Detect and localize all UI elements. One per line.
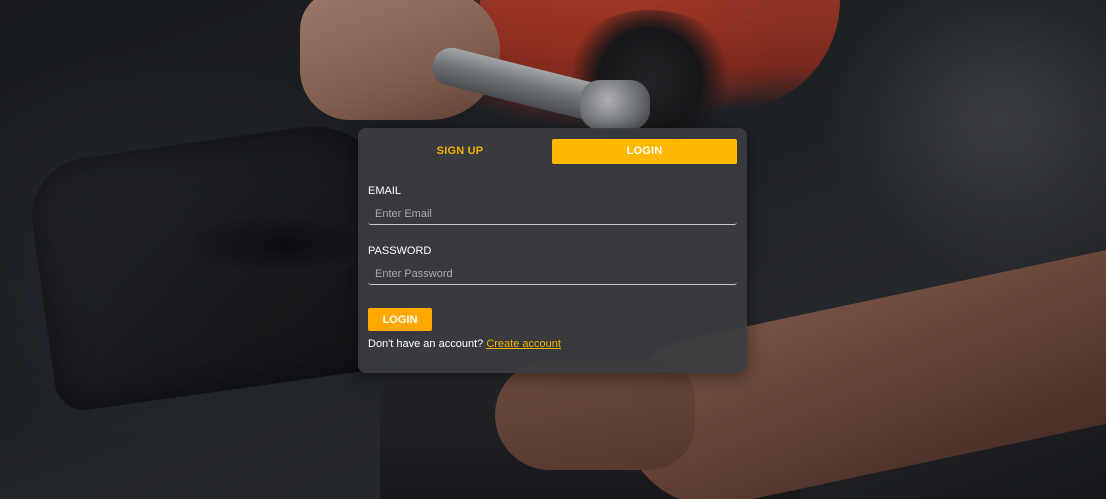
tab-sign-up[interactable]: SIGN UP (368, 139, 552, 164)
auth-panel: SIGN UP LOGIN EMAIL PASSWORD LOGIN Don't… (358, 128, 747, 373)
create-account-line: Don't have an account? Create account (368, 338, 561, 350)
account-prompt-text: Don't have an account? (368, 338, 484, 350)
password-input[interactable] (368, 263, 737, 285)
email-label: EMAIL (368, 185, 402, 197)
auth-tabs: SIGN UP LOGIN (368, 139, 737, 164)
create-account-link[interactable]: Create account (486, 338, 561, 350)
background-scene: SIGN UP LOGIN EMAIL PASSWORD LOGIN Don't… (0, 0, 1106, 499)
password-label: PASSWORD (368, 245, 432, 257)
tab-login[interactable]: LOGIN (552, 139, 737, 164)
login-submit-button[interactable]: LOGIN (368, 308, 432, 331)
email-input[interactable] (368, 203, 737, 225)
